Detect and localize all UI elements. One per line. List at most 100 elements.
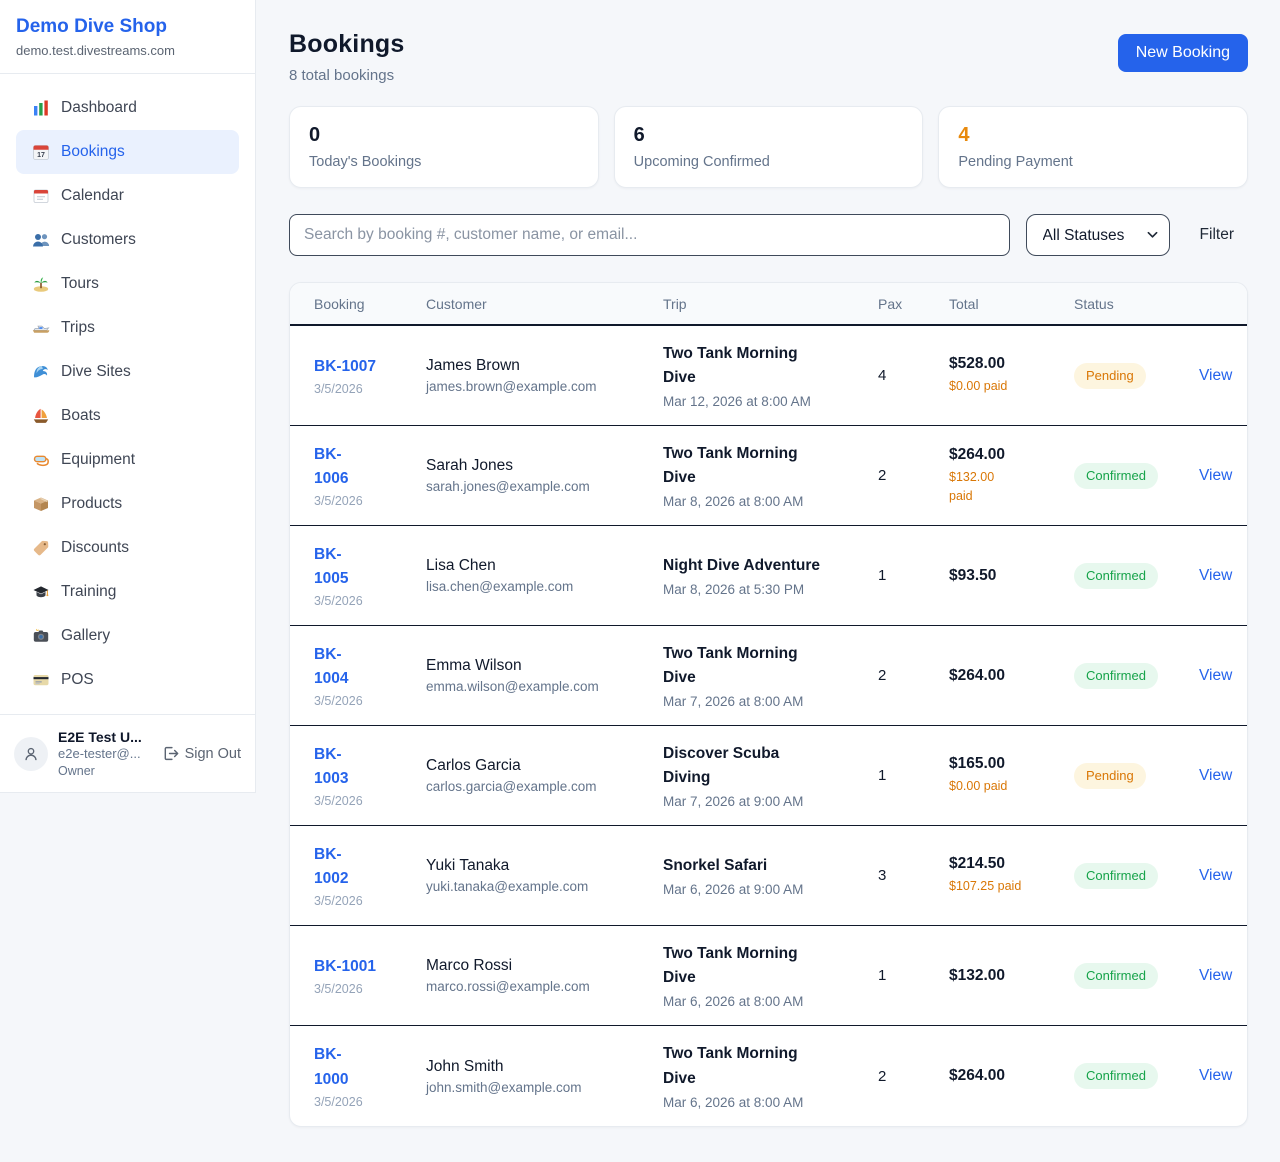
sign-out-button[interactable]: Sign Out: [162, 745, 241, 762]
stat-label: Today's Bookings: [309, 154, 579, 170]
table-row: BK-1007 3/5/2026 James Brown james.brown…: [290, 326, 1247, 426]
sidebar-item-label: POS: [61, 671, 94, 689]
trip-name: Two Tank Morning Dive: [663, 1042, 868, 1090]
status-badge: Confirmed: [1074, 663, 1158, 689]
status-badge: Confirmed: [1074, 563, 1158, 589]
sidebar-item-dive-sites[interactable]: Dive Sites: [16, 350, 239, 394]
trip-cell: Discover Scuba Diving Mar 7, 2026 at 9:0…: [663, 742, 878, 809]
customer-email: emma.wilson@example.com: [426, 679, 653, 694]
view-link[interactable]: View: [1199, 767, 1232, 784]
pax-cell: 3: [878, 867, 949, 884]
column-header-booking: Booking: [314, 296, 426, 312]
total-cell: $528.00 $0.00 paid: [949, 355, 1074, 395]
sidebar-item-gallery[interactable]: Gallery: [16, 614, 239, 658]
main-content: Bookings 8 total bookings New Booking 0 …: [257, 0, 1280, 1127]
search-input[interactable]: [289, 214, 1010, 256]
sidebar-item-dashboard[interactable]: Dashboard: [16, 86, 239, 130]
trip-datetime: Mar 6, 2026 at 8:00 AM: [663, 994, 868, 1009]
pax-cell: 1: [878, 767, 949, 784]
customer-name: John Smith: [426, 1058, 653, 1076]
filter-button[interactable]: Filter: [1186, 226, 1248, 244]
trip-name: Two Tank Morning Dive: [663, 942, 868, 990]
view-link[interactable]: View: [1199, 1067, 1232, 1084]
sidebar-item-calendar[interactable]: Calendar: [16, 174, 239, 218]
view-link[interactable]: View: [1199, 567, 1232, 584]
booking-link[interactable]: BK-1007: [314, 355, 376, 379]
stat-card-todays-bookings: 0 Today's Bookings: [289, 106, 599, 188]
customer-cell: Marco Rossi marco.rossi@example.com: [426, 957, 663, 994]
booking-date: 3/5/2026: [314, 1095, 416, 1109]
total-amount: $165.00: [949, 755, 1064, 773]
customer-name: Yuki Tanaka: [426, 857, 653, 875]
customer-cell: John Smith john.smith@example.com: [426, 1058, 663, 1095]
booking-link[interactable]: BK- 1004: [314, 643, 348, 691]
page-title-block: Bookings 8 total bookings: [289, 30, 405, 84]
tag-icon: [32, 539, 50, 557]
status-cell: Confirmed: [1074, 963, 1199, 989]
column-header-customer: Customer: [426, 296, 663, 312]
paid-amount: $107.25 paid: [949, 877, 1064, 895]
booking-cell: BK- 1002 3/5/2026: [314, 843, 426, 908]
actions-cell: View: [1199, 567, 1242, 585]
view-link[interactable]: View: [1199, 667, 1232, 684]
sidebar-item-equipment[interactable]: Equipment: [16, 438, 239, 482]
stat-card-upcoming-confirmed: 6 Upcoming Confirmed: [614, 106, 924, 188]
status-cell: Confirmed: [1074, 1063, 1199, 1089]
table-row: BK-1001 3/5/2026 Marco Rossi marco.rossi…: [290, 926, 1247, 1026]
sidebar-item-discounts[interactable]: Discounts: [16, 526, 239, 570]
actions-cell: View: [1199, 467, 1242, 485]
trip-cell: Two Tank Morning Dive Mar 12, 2026 at 8:…: [663, 342, 878, 409]
booking-link[interactable]: BK- 1006: [314, 443, 348, 491]
booking-link[interactable]: BK- 1000: [314, 1043, 348, 1091]
trip-cell: Two Tank Morning Dive Mar 7, 2026 at 8:0…: [663, 642, 878, 709]
booking-date: 3/5/2026: [314, 794, 416, 808]
table-row: BK- 1000 3/5/2026 John Smith john.smith@…: [290, 1026, 1247, 1126]
view-link[interactable]: View: [1199, 967, 1232, 984]
status-badge: Confirmed: [1074, 463, 1158, 489]
trip-datetime: Mar 8, 2026 at 8:00 AM: [663, 494, 868, 509]
view-link[interactable]: View: [1199, 467, 1232, 484]
trip-name: Night Dive Adventure: [663, 554, 868, 578]
view-link[interactable]: View: [1199, 867, 1232, 884]
sidebar-item-pos[interactable]: POS: [16, 658, 239, 702]
customer-email: yuki.tanaka@example.com: [426, 879, 653, 894]
column-header-status: Status: [1074, 296, 1199, 312]
booking-link[interactable]: BK- 1003: [314, 743, 348, 791]
sidebar-item-training[interactable]: Training: [16, 570, 239, 614]
page-header: Bookings 8 total bookings New Booking: [289, 30, 1248, 84]
sidebar-item-boats[interactable]: Boats: [16, 394, 239, 438]
user-info: E2E Test U... e2e-tester@... Owner: [58, 728, 142, 779]
status-badge: Confirmed: [1074, 863, 1158, 889]
booking-link[interactable]: BK- 1005: [314, 543, 348, 591]
view-link[interactable]: View: [1199, 367, 1232, 384]
total-cell: $264.00: [949, 1067, 1074, 1085]
status-select-wrap: All Statuses: [1026, 214, 1170, 256]
total-amount: $93.50: [949, 567, 1064, 585]
status-cell: Pending: [1074, 763, 1199, 789]
booking-link[interactable]: BK-1001: [314, 955, 376, 979]
trip-cell: Two Tank Morning Dive Mar 6, 2026 at 8:0…: [663, 942, 878, 1009]
total-cell: $264.00: [949, 667, 1074, 685]
booking-link[interactable]: BK- 1002: [314, 843, 348, 891]
status-cell: Confirmed: [1074, 563, 1199, 589]
sidebar-item-products[interactable]: Products: [16, 482, 239, 526]
status-select[interactable]: All Statuses: [1026, 214, 1170, 256]
status-badge: Pending: [1074, 363, 1146, 389]
new-booking-button[interactable]: New Booking: [1118, 34, 1248, 72]
calendar-date-icon: 17: [32, 143, 50, 161]
status-cell: Pending: [1074, 363, 1199, 389]
sidebar-item-bookings[interactable]: 17 Bookings: [16, 130, 239, 174]
customer-cell: Lisa Chen lisa.chen@example.com: [426, 557, 663, 594]
sidebar-item-trips[interactable]: Trips: [16, 306, 239, 350]
graduation-cap-icon: [32, 583, 50, 601]
customer-name: Marco Rossi: [426, 957, 653, 975]
camera-icon: [32, 627, 50, 645]
sidebar-item-tours[interactable]: Tours: [16, 262, 239, 306]
customer-cell: James Brown james.brown@example.com: [426, 357, 663, 394]
customer-email: john.smith@example.com: [426, 1080, 653, 1095]
pax-cell: 1: [878, 567, 949, 584]
actions-cell: View: [1199, 667, 1242, 685]
column-header-total: Total: [949, 296, 1074, 312]
sidebar-item-customers[interactable]: Customers: [16, 218, 239, 262]
sidebar-item-label: Dashboard: [61, 99, 137, 117]
